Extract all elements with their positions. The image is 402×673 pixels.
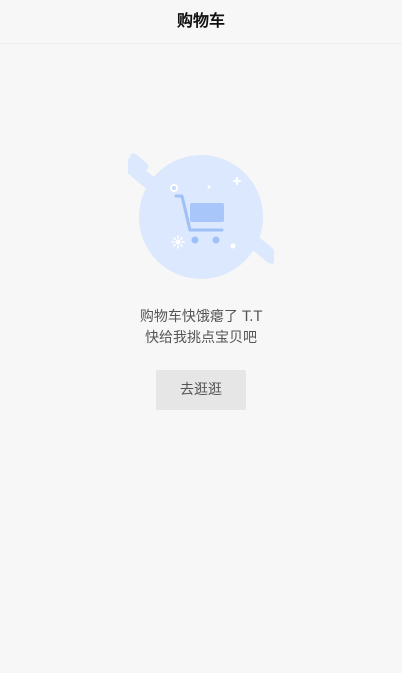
cart-wheel-right (212, 236, 220, 244)
cart-basket (190, 203, 224, 222)
empty-message-line2: 快给我挑点宝贝吧 (145, 330, 257, 346)
empty-cart-illustration (122, 150, 279, 282)
sparkle-sun (171, 235, 185, 249)
empty-cart-icon (122, 153, 279, 279)
page-title: 购物车 (176, 11, 225, 30)
go-shopping-button[interactable]: 去逛逛 (156, 370, 246, 410)
empty-message-line1: 购物车快饿瘪了 T.T (139, 309, 263, 325)
top-nav-bar: 购物车 (0, 0, 402, 44)
cart-wheel-left (191, 236, 199, 244)
